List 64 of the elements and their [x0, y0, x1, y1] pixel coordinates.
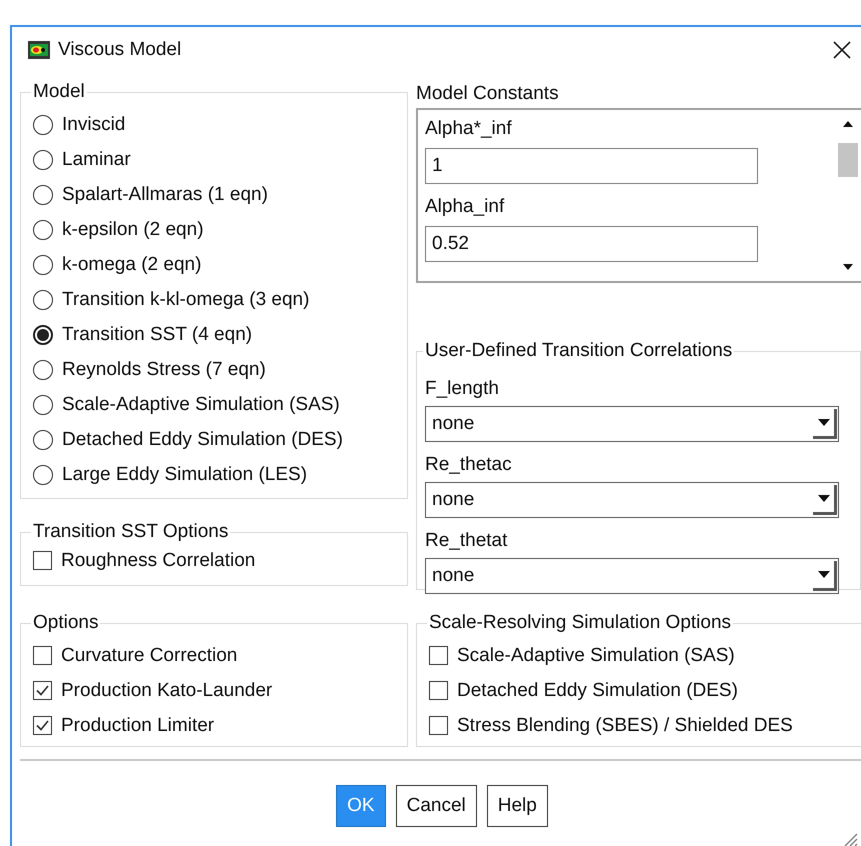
radio-label: Spalart-Allmaras (1 eqn) [62, 184, 268, 206]
radio-button[interactable] [33, 254, 53, 274]
dropdown[interactable]: none [425, 406, 839, 442]
scrollbar-thumb[interactable] [838, 143, 858, 177]
section-label: Model Constants [416, 83, 560, 105]
group-label: Scale-Resolving Simulation Options [428, 612, 732, 634]
radio-button[interactable] [33, 114, 53, 134]
dropdown-label: F_length [425, 377, 500, 400]
radio-label: Transition k-kl-omega (3 eqn) [62, 288, 310, 310]
radio-button[interactable] [33, 464, 53, 484]
checkbox[interactable] [33, 716, 52, 735]
dropdown-label: Re_thetac [425, 453, 513, 476]
radio-label: Transition SST (4 eqn) [62, 324, 252, 346]
caret-icon [818, 495, 830, 502]
dialog-button[interactable]: Help [486, 785, 548, 827]
radio-button[interactable] [33, 290, 53, 310]
group-label: Transition SST Options [32, 521, 230, 543]
radio-label: k-epsilon (2 eqn) [62, 218, 204, 240]
checkbox-label: Roughness Correlation [61, 550, 256, 572]
radio-label: Scale-Adaptive Simulation (SAS) [62, 394, 340, 416]
checkbox[interactable] [429, 716, 448, 735]
input-field[interactable]: 0.52 [425, 226, 758, 262]
scroll-down-icon[interactable] [842, 263, 854, 271]
checkbox[interactable] [33, 681, 52, 700]
dialog-button[interactable]: Cancel [396, 785, 477, 827]
scroll-up-icon[interactable] [842, 120, 854, 128]
resize-grip-icon[interactable] [842, 831, 858, 846]
radio-button[interactable] [33, 220, 53, 240]
checkbox-label: Production Kato-Launder [61, 680, 272, 702]
radio-button[interactable] [33, 324, 53, 344]
checkbox[interactable] [429, 681, 448, 700]
checkbox[interactable] [33, 646, 52, 665]
group-label: Options [32, 612, 100, 634]
radio-button[interactable] [33, 394, 53, 414]
dropdown-label: Re_thetat [425, 529, 508, 552]
radio-label: Inviscid [62, 114, 126, 136]
dropdown[interactable]: none [425, 482, 839, 518]
checkbox[interactable] [33, 551, 52, 570]
radio-button[interactable] [33, 360, 53, 380]
checkbox-label: Detached Eddy Simulation (DES) [457, 680, 738, 702]
radio-button[interactable] [33, 150, 53, 170]
close-icon[interactable] [832, 40, 852, 60]
window-title: Viscous Model [58, 39, 182, 61]
checkbox-label: Scale-Adaptive Simulation (SAS) [457, 644, 735, 666]
field-label: Alpha_inf [425, 196, 506, 219]
radio-label: Detached Eddy Simulation (DES) [62, 428, 343, 450]
checkbox-label: Stress Blending (SBES) / Shielded DES [457, 714, 793, 736]
group-label: Model [32, 81, 86, 103]
radio-button[interactable] [33, 430, 53, 450]
caret-icon [818, 571, 830, 578]
input-field[interactable]: 1 [425, 148, 758, 184]
radio-label: k-omega (2 eqn) [62, 254, 202, 276]
radio-button[interactable] [33, 184, 53, 204]
radio-label: Laminar [62, 148, 131, 170]
radio-label: Reynolds Stress (7 eqn) [62, 358, 266, 380]
checkbox[interactable] [429, 646, 448, 665]
app-icon [28, 41, 50, 59]
dropdown[interactable]: none [425, 558, 839, 594]
caret-icon [818, 419, 830, 426]
group-label: User-Defined Transition Correlations [424, 340, 734, 362]
field-label: Alpha*_inf [425, 118, 513, 141]
checkbox-label: Production Limiter [61, 714, 214, 736]
radio-label: Large Eddy Simulation (LES) [62, 464, 308, 486]
checkbox-label: Curvature Correction [61, 644, 238, 666]
